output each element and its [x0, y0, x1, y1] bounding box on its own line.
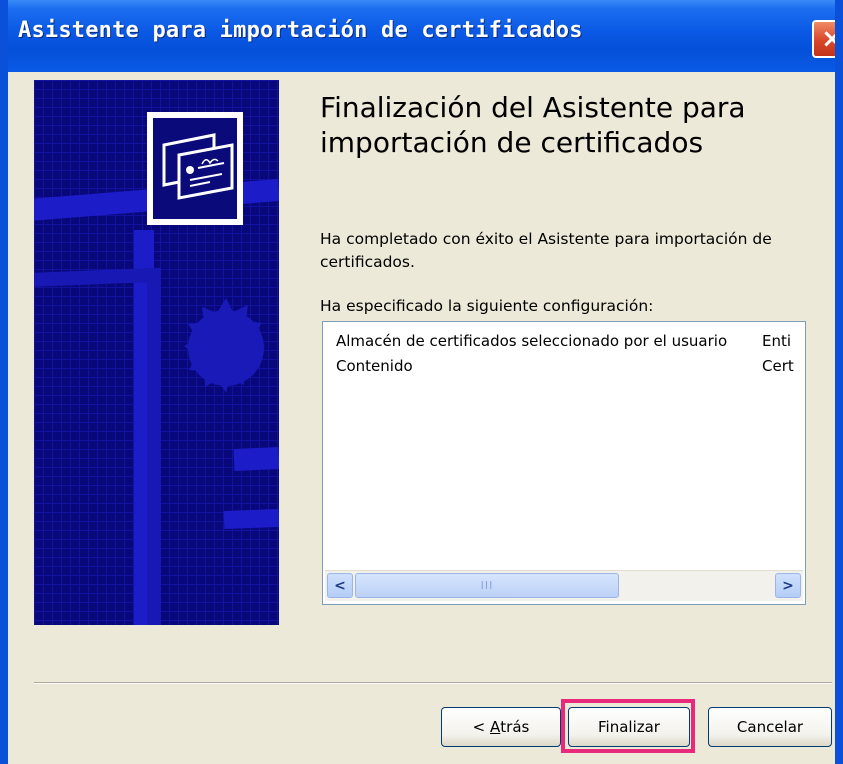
- setting-name: Almacén de certificados seleccionado por…: [336, 332, 728, 350]
- finish-button[interactable]: Finalizar: [568, 707, 690, 747]
- setting-value: Cert: [762, 357, 794, 375]
- title-bar[interactable]: Asistente para importación de certificad…: [0, 0, 843, 72]
- grip-icon: III: [480, 579, 494, 592]
- wizard-window: Asistente para importación de certificad…: [0, 0, 843, 764]
- horizontal-scrollbar[interactable]: < III >: [325, 570, 803, 601]
- chevron-right-icon: >: [782, 577, 794, 594]
- completion-description: Ha completado con éxito el Asistente par…: [320, 230, 772, 271]
- banner-artwork: [34, 80, 279, 625]
- setting-name: Contenido: [336, 357, 413, 375]
- button-separator: [34, 682, 832, 684]
- scroll-left-button[interactable]: <: [327, 573, 353, 598]
- back-label-prefix: <: [472, 718, 490, 736]
- scroll-right-button[interactable]: >: [775, 573, 801, 598]
- chevron-left-icon: <: [334, 577, 346, 594]
- config-label: Ha especificado la siguiente configuraci…: [320, 297, 654, 315]
- wizard-banner: [34, 80, 279, 625]
- scrollbar-thumb[interactable]: III: [355, 573, 619, 598]
- wizard-heading: Finalización del Asistente para importac…: [320, 91, 746, 159]
- cancel-button[interactable]: Cancelar: [708, 707, 832, 747]
- back-label-rest: trás: [500, 718, 530, 736]
- back-button[interactable]: < Atrás: [441, 707, 561, 747]
- window-border-right: [835, 0, 843, 764]
- back-label-mnemonic: A: [490, 718, 501, 736]
- window-border-left: [0, 0, 8, 764]
- certificate-wizard-icon: [147, 112, 243, 225]
- config-listbox[interactable]: Almacén de certificados seleccionado por…: [322, 321, 806, 605]
- window-title: Asistente para importación de certificad…: [18, 18, 583, 43]
- setting-value: Enti: [762, 332, 792, 350]
